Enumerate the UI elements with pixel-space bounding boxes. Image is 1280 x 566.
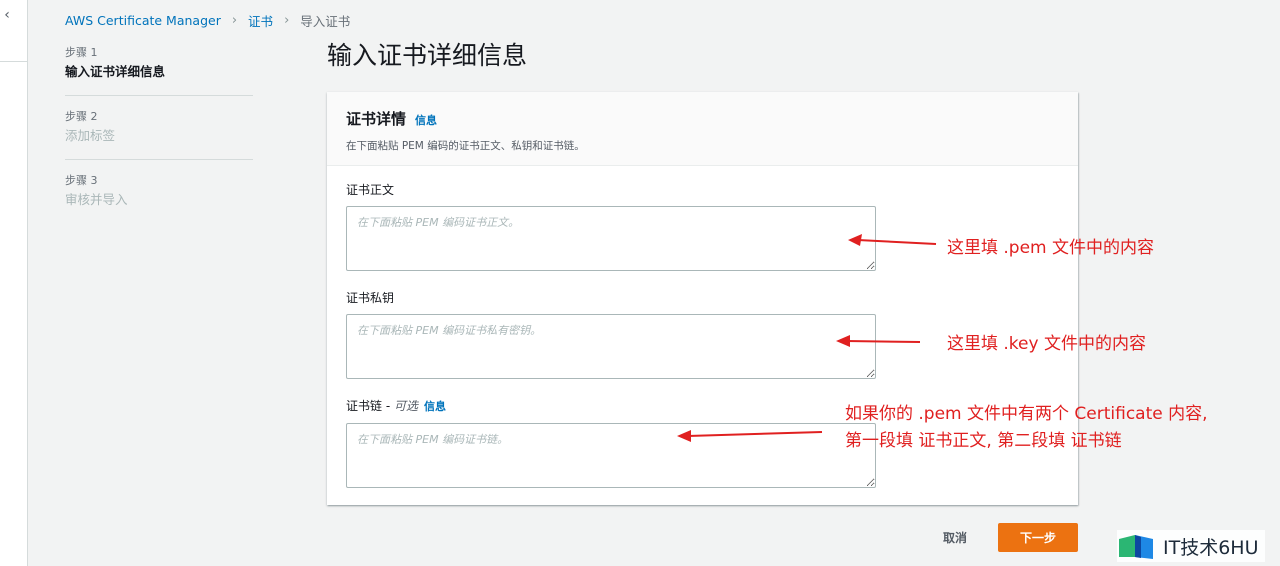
info-link[interactable]: 信息 — [424, 400, 446, 413]
step-number: 步骤 3 — [65, 174, 98, 187]
page-title: 输入证书详细信息 — [327, 41, 528, 70]
panel-description: 在下面粘贴 PEM 编码的证书正文、私钥和证书链。 — [346, 140, 585, 152]
certificate-body-input[interactable] — [346, 206, 876, 271]
info-link[interactable]: 信息 — [415, 112, 437, 128]
step-number: 步骤 1 — [65, 46, 98, 59]
certificate-chain-field: 证书链 - 可选 信息 — [346, 398, 876, 488]
next-button[interactable]: 下一步 — [998, 523, 1078, 552]
certificate-chain-input[interactable] — [346, 423, 876, 488]
chevron-right-icon: › — [231, 12, 238, 28]
watermark: IT技术6HU — [1117, 530, 1265, 562]
watermark-text: IT技术6HU — [1163, 536, 1259, 559]
chevron-left-icon[interactable]: ‹ — [0, 8, 14, 22]
private-key-input[interactable] — [346, 314, 876, 379]
chevron-right-icon: › — [284, 12, 290, 28]
field-label: 证书正文 — [346, 183, 395, 197]
optional-tag: 可选 — [393, 399, 418, 413]
breadcrumb-import: 导入证书 — [300, 13, 351, 29]
annotation-pem: 这里填 .pem 文件中的内容 — [947, 238, 1155, 258]
field-label: 证书私钥 — [346, 291, 395, 305]
certificate-body-field: 证书正文 — [346, 182, 876, 271]
book-logo-icon — [1119, 535, 1153, 559]
breadcrumb: AWS Certificate Manager › 证书 › 导入证书 — [65, 11, 350, 29]
field-label: 证书链 - 可选 信息 — [346, 398, 876, 415]
step-label: 审核并导入 — [65, 192, 128, 207]
annotation-key: 这里填 .key 文件中的内容 — [947, 334, 1146, 354]
annotation-chain-line2: 第一段填 证书正文, 第二段填 证书链 — [845, 431, 1122, 451]
cancel-button[interactable]: 取消 — [930, 524, 980, 552]
annotation-chain-line1: 如果你的 .pem 文件中有两个 Certificate 内容, — [845, 404, 1208, 424]
step-2: 步骤 2 添加标签 — [65, 110, 253, 160]
field-label-text: 证书链 - — [346, 399, 394, 413]
step-label: 输入证书详细信息 — [65, 64, 166, 79]
wizard-steps: 步骤 1 输入证书详细信息 步骤 2 添加标签 步骤 3 审核并导入 — [65, 46, 253, 237]
panel-title: 证书详情 — [346, 110, 407, 128]
step-3: 步骤 3 审核并导入 — [65, 174, 253, 223]
side-rail: ‹ — [0, 0, 28, 566]
step-1[interactable]: 步骤 1 输入证书详细信息 — [65, 46, 253, 96]
wizard-actions: 取消 下一步 — [930, 523, 1078, 552]
private-key-field: 证书私钥 — [346, 290, 876, 379]
breadcrumb-acm[interactable]: AWS Certificate Manager — [65, 13, 221, 28]
step-label: 添加标签 — [65, 128, 116, 143]
panel-header: 证书详情 信息 在下面粘贴 PEM 编码的证书正文、私钥和证书链。 — [327, 92, 1078, 166]
rail-divider — [0, 61, 27, 62]
step-number: 步骤 2 — [65, 110, 98, 123]
breadcrumb-certificates[interactable]: 证书 — [248, 11, 273, 30]
